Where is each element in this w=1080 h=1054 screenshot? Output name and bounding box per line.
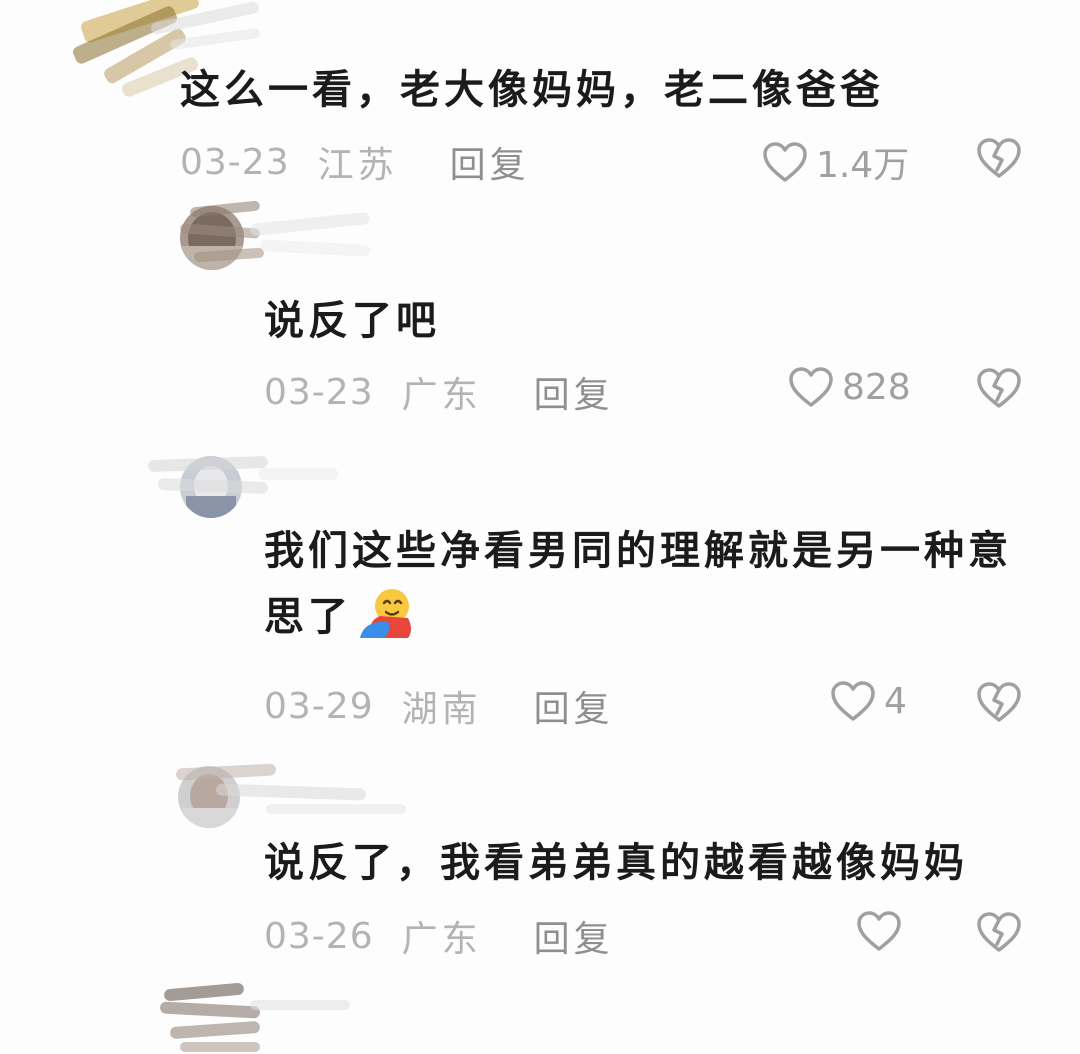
heart-outline-icon <box>763 142 807 182</box>
comment-meta: 03-29 湖南 回复 <box>264 680 614 732</box>
comment-thread: 这么一看，老大像妈妈，老二像爸爸 03-23 江苏 回复 1.4万 说反了吧 0… <box>0 0 1080 1054</box>
heart-outline-icon <box>831 681 875 721</box>
comment-meta: 03-26 广东 回复 <box>264 910 614 962</box>
reply-item: 说反了，我看弟弟真的越看越像妈妈 03-26 广东 回复 <box>0 750 1080 970</box>
like-button[interactable]: 1.4万 <box>762 136 909 188</box>
like-count: 1.4万 <box>816 145 910 186</box>
comment-text-line: 思了 <box>264 584 1012 650</box>
comment-date: 03-26 <box>264 915 374 957</box>
username-scribble <box>176 760 436 820</box>
heart-outline-icon <box>789 367 833 407</box>
broken-heart-icon[interactable] <box>976 681 1022 723</box>
comment-meta: 03-23 江苏 回复 <box>180 136 530 188</box>
reply-button[interactable]: 回复 <box>450 136 530 188</box>
comment-location: 广东 <box>401 375 482 416</box>
reply-item: 说反了吧 03-23 广东 回复 828 <box>0 190 1080 430</box>
comment-location: 湖南 <box>401 689 482 730</box>
like-button[interactable]: 828 <box>788 366 911 408</box>
like-count: 828 <box>842 366 911 408</box>
username-scribble <box>180 198 380 288</box>
like-button[interactable] <box>856 910 910 952</box>
comment-date: 03-23 <box>180 141 290 183</box>
reply-button[interactable]: 回复 <box>534 680 614 732</box>
reply-button[interactable]: 回复 <box>534 366 614 418</box>
comment-text: 说反了，我看弟弟真的越看越像妈妈 <box>264 840 968 886</box>
broken-heart-icon[interactable] <box>976 367 1022 409</box>
avatar[interactable] <box>160 980 360 1054</box>
reply-button[interactable]: 回复 <box>534 910 614 962</box>
comment-location: 江苏 <box>317 145 398 186</box>
comment-text: 这么一看，老大像妈妈，老二像爸爸 <box>180 67 884 113</box>
comment-text-line: 我们这些净看男同的理解就是另一种意 <box>264 528 1012 574</box>
comment-text: 我们这些净看男同的理解就是另一种意 思了 <box>264 518 1012 650</box>
reply-item: 我们这些净看男同的理解就是另一种意 思了 03-29 湖南 回复 4 <box>0 430 1080 750</box>
hug-emoji-icon <box>358 586 416 640</box>
comment-date: 03-23 <box>264 371 374 413</box>
heart-outline-icon <box>857 911 901 951</box>
broken-heart-icon[interactable] <box>976 137 1022 179</box>
comment-item: 这么一看，老大像妈妈，老二像爸爸 03-23 江苏 回复 1.4万 <box>0 0 1080 190</box>
username-scribble <box>148 450 348 510</box>
comment-location: 广东 <box>401 919 482 960</box>
comment-text: 说反了吧 <box>264 298 440 344</box>
like-count: 4 <box>884 680 907 722</box>
broken-heart-icon[interactable] <box>976 911 1022 953</box>
like-button[interactable]: 4 <box>830 680 907 722</box>
reply-item-partial <box>0 970 1080 1054</box>
comment-text-line-tail: 思了 <box>264 594 352 640</box>
comment-meta: 03-23 广东 回复 <box>264 366 614 418</box>
comment-date: 03-29 <box>264 685 374 727</box>
